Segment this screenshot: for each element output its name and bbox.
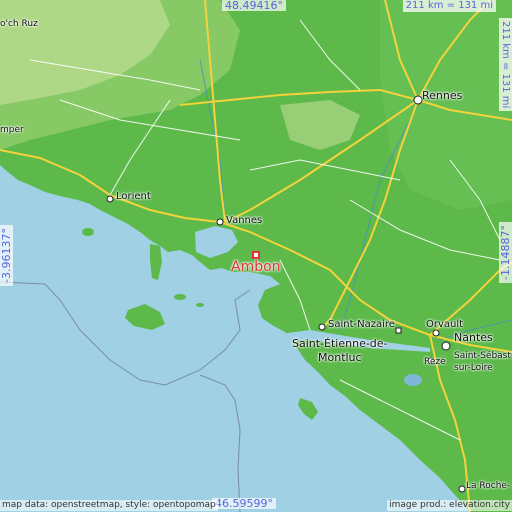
place-label-reze: Rezé: [424, 357, 446, 367]
place-label-vannes: Vannes: [226, 215, 263, 226]
city-marker-rennes: [413, 95, 423, 105]
city-marker-saint-etienne: [395, 327, 402, 334]
terrain-layer: [0, 0, 512, 512]
city-marker-la-roche: [458, 485, 466, 493]
left-longitude-label: -3.96137°: [0, 225, 13, 286]
place-label-la-roche: La Roche-: [466, 481, 511, 491]
image-prod-credit: image prod.: elevation.city: [387, 500, 512, 511]
city-marker-saint-nazaire: [318, 323, 326, 331]
island-hoedic: [196, 303, 204, 307]
place-label-saint-etienne-2: Montluc: [318, 351, 362, 364]
place-label-rennes: Rennes: [422, 89, 463, 102]
lake-grand-lieu: [404, 374, 422, 386]
place-label-lorient: Lorient: [116, 191, 151, 202]
ambon-marker: [252, 251, 260, 259]
horizontal-distance-scale: 211 km = 131 mi: [402, 0, 496, 12]
place-label-saint-nazaire: Saint-Nazaire: [328, 319, 395, 330]
place-label-quimper: mper: [0, 125, 24, 135]
place-label-nantes: Nantes: [454, 331, 493, 344]
place-label-ambon: Ambon: [231, 259, 281, 275]
bottom-latitude-label: 46.59599°: [212, 498, 276, 509]
map-data-credit: map data: openstreetmap, style: opentopo…: [0, 500, 218, 511]
right-longitude-label: -1.14887°: [499, 222, 512, 283]
place-label-saint-sebastien-1: Saint-Sébast: [454, 351, 511, 361]
city-marker-orvault: [432, 329, 440, 337]
city-marker-nantes: [441, 341, 451, 351]
city-marker-vannes: [216, 218, 224, 226]
island-houat: [174, 294, 186, 300]
map-canvas[interactable]: 48.49416° 46.59599° -3.96137° -1.14887° …: [0, 0, 512, 512]
place-label-roc-ruz: o'ch Ruz: [0, 19, 38, 29]
place-label-saint-sebastien-2: sur-Loire: [454, 363, 493, 373]
place-label-orvault: Orvault: [426, 319, 464, 330]
top-latitude-label: 48.49416°: [222, 0, 286, 11]
city-marker-lorient: [106, 195, 114, 203]
place-label-saint-etienne-1: Saint-Étienne-de-: [292, 337, 388, 350]
island-groix: [82, 228, 94, 236]
vertical-distance-scale: 211 km = 131 mi: [499, 18, 512, 112]
